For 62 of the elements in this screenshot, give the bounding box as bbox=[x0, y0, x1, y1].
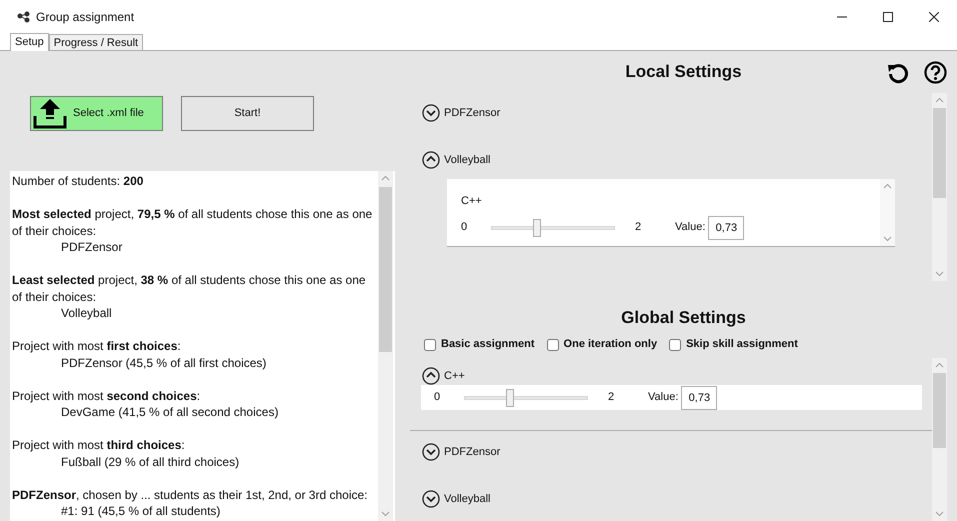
start-button[interactable]: Start! bbox=[181, 96, 314, 130]
app-icon bbox=[17, 10, 31, 22]
stat-text: PDFZensor, chosen by ... students as their 1st, 2nd, or 3rd choice: bbox=[12, 486, 369, 503]
close-icon bbox=[929, 12, 939, 22]
stat-value: PDFZensor (45,5 % of all first choices) bbox=[60, 354, 268, 371]
stat-text: Project with most first choices: bbox=[12, 338, 182, 354]
value-label: Value: bbox=[675, 220, 706, 236]
value-field[interactable]: 0,73 bbox=[708, 216, 744, 240]
checkbox[interactable] bbox=[424, 338, 436, 350]
maximize-icon bbox=[883, 12, 893, 22]
help-icon bbox=[924, 61, 947, 84]
scrollbar[interactable] bbox=[932, 358, 947, 521]
expander-header[interactable]: C++ bbox=[410, 367, 932, 385]
value-field[interactable]: 0,73 bbox=[681, 386, 718, 410]
refresh-icon bbox=[887, 62, 909, 84]
stat-text: Project with most second choices: bbox=[12, 388, 202, 404]
scroll-down-icon bbox=[883, 236, 892, 242]
stat-text: Most selected project, 79,5 % of all students chose this one as one of their choices: bbox=[12, 206, 374, 239]
scroll-down-icon bbox=[935, 511, 944, 517]
scroll-down-icon bbox=[381, 511, 390, 517]
slider[interactable] bbox=[488, 218, 618, 236]
scrollbar[interactable] bbox=[378, 171, 393, 521]
stat-text: Least selected project, 38 % of all students chose this one as one of their choices: bbox=[12, 272, 367, 305]
value-label: Value: bbox=[648, 390, 678, 406]
scrollbar[interactable] bbox=[880, 179, 895, 246]
window-title: Group assignment bbox=[36, 8, 134, 26]
checkbox-label: Skip skill assignment bbox=[686, 337, 798, 352]
stat-value: PDFZensor bbox=[60, 239, 124, 256]
expander-header[interactable]: Volleyball bbox=[410, 490, 932, 508]
stat-text: Number of students: 200 bbox=[12, 173, 144, 190]
scroll-up-icon bbox=[935, 97, 944, 103]
slider-min-label: 0 bbox=[461, 220, 468, 236]
select-file-button[interactable]: Select .xml file bbox=[30, 96, 163, 130]
slider[interactable] bbox=[461, 388, 591, 406]
checkbox-label: One iteration only bbox=[564, 337, 658, 352]
stat-value: Volleyball bbox=[60, 305, 113, 322]
checkbox[interactable] bbox=[669, 338, 682, 350]
skill-label: C++ bbox=[461, 194, 483, 209]
scrollbar[interactable] bbox=[932, 93, 947, 281]
scroll-down-icon bbox=[935, 271, 944, 277]
section-title: Global Settings bbox=[621, 306, 746, 329]
upload-icon bbox=[33, 98, 67, 128]
stat-value: Fußball (29 % of all third choices) bbox=[60, 454, 240, 470]
scroll-up-icon bbox=[935, 362, 944, 368]
slider-max-label: 2 bbox=[608, 390, 616, 406]
checkbox-label: Basic assignment bbox=[441, 337, 535, 352]
tab[interactable]: Progress / Result bbox=[48, 34, 144, 50]
expander-header[interactable]: Volleyball bbox=[422, 151, 932, 169]
expander-header[interactable]: PDFZensor bbox=[410, 443, 932, 461]
scroll-up-icon bbox=[883, 183, 892, 189]
slider-max-label: 2 bbox=[635, 220, 642, 236]
tab[interactable]: Setup bbox=[10, 33, 49, 51]
stat-text: Project with most third choices: bbox=[12, 437, 186, 454]
stat-value: DevGame (41,5 % of all second choices) bbox=[60, 404, 280, 420]
expander-header[interactable]: PDFZensor bbox=[422, 104, 932, 122]
help-button[interactable] bbox=[924, 61, 947, 84]
stat-value: #1: 91 (45,5 % of all students) bbox=[60, 503, 222, 520]
slider-min-label: 0 bbox=[434, 390, 442, 406]
scroll-up-icon bbox=[381, 175, 390, 181]
section-title: Local Settings bbox=[625, 61, 742, 84]
checkbox[interactable] bbox=[546, 338, 559, 350]
reset-button[interactable] bbox=[887, 61, 909, 84]
